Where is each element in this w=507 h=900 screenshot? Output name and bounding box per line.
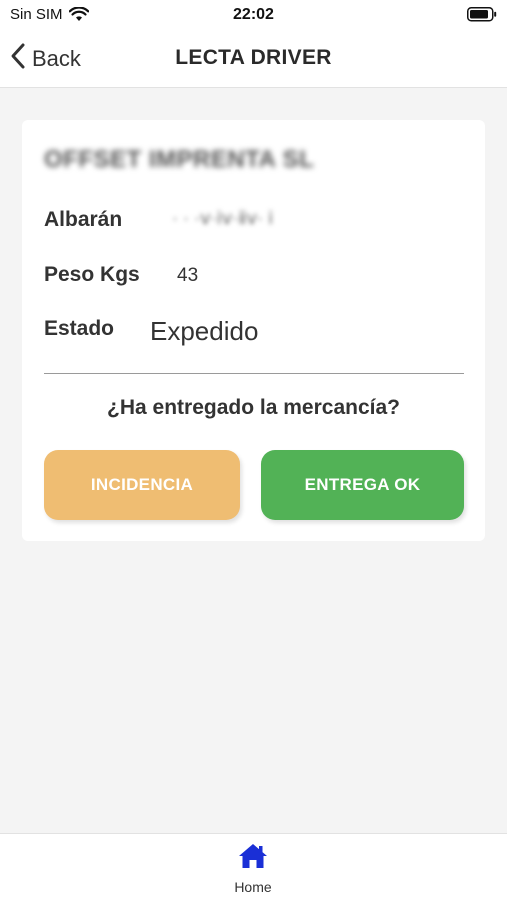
screen: Sin SIM 22:02 Back LECTA DRIVER OFFSET I… xyxy=(0,0,507,900)
delivery-question: ¿Ha entregado la mercancía? xyxy=(107,396,400,419)
tab-home-label: Home xyxy=(234,879,272,895)
status-bar: Sin SIM 22:02 xyxy=(0,0,507,30)
peso-value: 43 xyxy=(177,265,199,286)
tab-bar: Home xyxy=(0,833,507,900)
page-title: LECTA DRIVER xyxy=(175,46,332,69)
entrega-ok-button[interactable]: ENTREGA OK xyxy=(261,450,464,520)
status-time: 22:02 xyxy=(233,6,274,23)
incidencia-button[interactable]: INCIDENCIA xyxy=(44,450,240,520)
delivery-card: OFFSET IMPRENTA SL Albarán · · ·ⅴ·ⅰⅴ·ⅱⅴ·… xyxy=(22,120,485,541)
battery-icon xyxy=(467,7,497,27)
peso-label: Peso Kgs xyxy=(44,263,140,286)
albaran-value: · · ·ⅴ·ⅰⅴ·ⅱⅴ· ⅰ xyxy=(172,208,274,228)
albaran-label: Albarán xyxy=(44,208,123,231)
company-name: OFFSET IMPRENTA SL xyxy=(44,146,315,173)
estado-label: Estado xyxy=(44,317,115,340)
estado-value: Expedido xyxy=(150,316,259,346)
nav-bar: Back LECTA DRIVER xyxy=(0,30,507,88)
home-icon xyxy=(237,842,269,875)
tab-home[interactable]: Home xyxy=(203,842,303,898)
divider xyxy=(44,373,464,374)
